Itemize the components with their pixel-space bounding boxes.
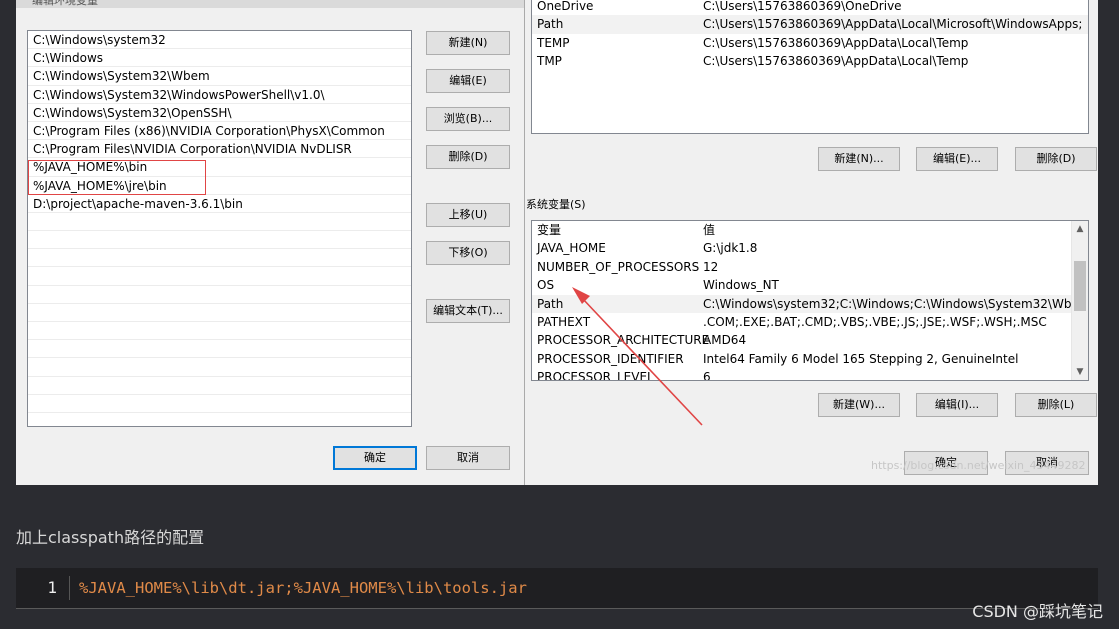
csdn-watermark: CSDN @踩坑笔记 <box>972 602 1103 621</box>
image-watermark: https://blog.csdn.net/weixin_43449282 <box>871 459 1086 472</box>
screenshot-image: 编辑环境变量 C:\Windows\system32 C:\Windows C:… <box>16 0 1098 485</box>
article-caption: 加上classpath路径的配置 <box>16 528 205 547</box>
code-block: 1 %JAVA_HOME%\lib\dt.jar;%JAVA_HOME%\lib… <box>16 568 1098 609</box>
annotation-arrow-icon <box>572 287 703 426</box>
line-number: 1 <box>16 576 70 600</box>
code-text: %JAVA_HOME%\lib\dt.jar;%JAVA_HOME%\lib\t… <box>79 579 527 597</box>
